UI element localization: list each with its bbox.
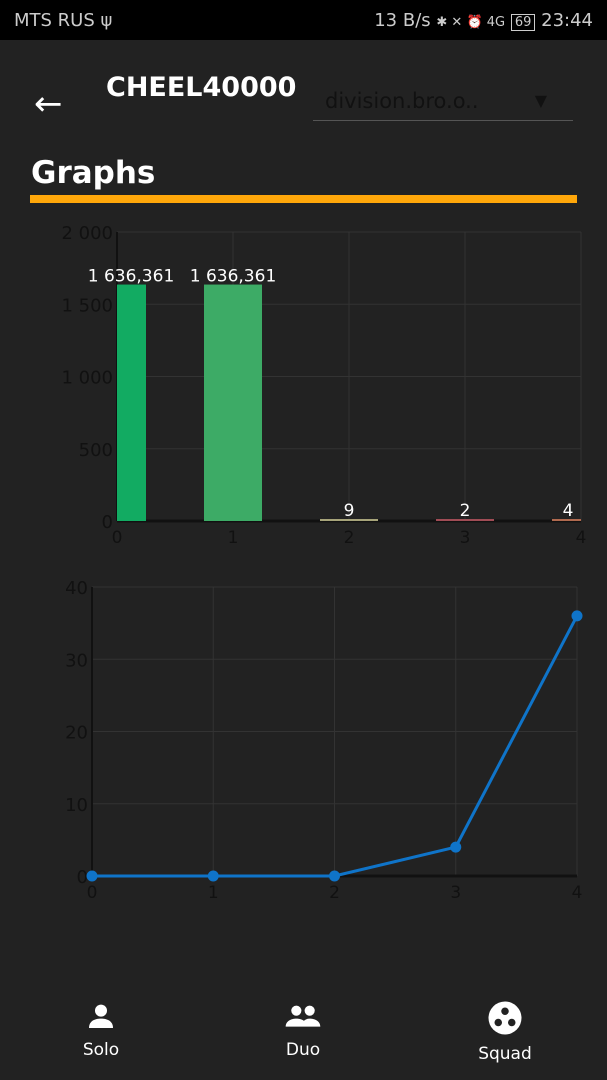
nav-solo[interactable]: Solo bbox=[41, 1000, 161, 1060]
x-tick-label: 4 bbox=[576, 528, 587, 548]
nav-duo[interactable]: Duo bbox=[243, 1000, 363, 1060]
line-point bbox=[86, 870, 98, 882]
x-tick-label: 3 bbox=[450, 883, 461, 903]
charts: 0 500 1 000 1 500 2 000 0 1 2 3 4 1 636,361 1 636,3… bbox=[61, 223, 587, 903]
bottom-nav: Solo Duo Squad bbox=[0, 990, 607, 1080]
line-point bbox=[571, 610, 583, 622]
nav-squad[interactable]: Squad bbox=[445, 1000, 565, 1064]
y-tick-label: 500 bbox=[79, 440, 113, 461]
line-point bbox=[329, 870, 340, 882]
y-tick-label: 10 bbox=[65, 795, 88, 816]
bar-value-label: 1 636,361 bbox=[88, 267, 175, 287]
bar bbox=[204, 284, 262, 521]
squad-icon bbox=[488, 1001, 522, 1035]
y-tick-label: 20 bbox=[65, 723, 88, 744]
bar-value-label: 4 bbox=[563, 501, 574, 521]
people-icon bbox=[285, 1005, 321, 1027]
x-tick-label: 1 bbox=[208, 883, 219, 903]
bar-value-label: 2 bbox=[460, 501, 471, 521]
bar bbox=[117, 284, 146, 521]
x-tick-label: 0 bbox=[87, 883, 98, 903]
line-point bbox=[207, 870, 219, 882]
y-tick-label: 1 500 bbox=[61, 295, 113, 316]
nav-label: Squad bbox=[478, 1044, 532, 1064]
x-tick-label: 3 bbox=[460, 528, 471, 548]
nav-label: Solo bbox=[82, 1040, 120, 1060]
x-tick-label: 0 bbox=[112, 528, 123, 548]
x-tick-label: 2 bbox=[329, 883, 340, 903]
bar-value-label: 1 636,361 bbox=[190, 267, 277, 287]
person-icon bbox=[89, 1004, 113, 1028]
y-tick-label: 1 000 bbox=[61, 368, 113, 389]
x-tick-label: 2 bbox=[344, 528, 355, 548]
x-tick-label: 4 bbox=[572, 883, 583, 903]
y-tick-label: 30 bbox=[65, 650, 88, 671]
bar-value-label: 9 bbox=[344, 501, 355, 521]
y-tick-label: 2 000 bbox=[61, 223, 113, 244]
y-tick-label: 40 bbox=[65, 578, 88, 599]
line-point bbox=[450, 841, 462, 853]
nav-label: Duo bbox=[285, 1040, 321, 1060]
x-tick-label: 1 bbox=[228, 528, 239, 548]
